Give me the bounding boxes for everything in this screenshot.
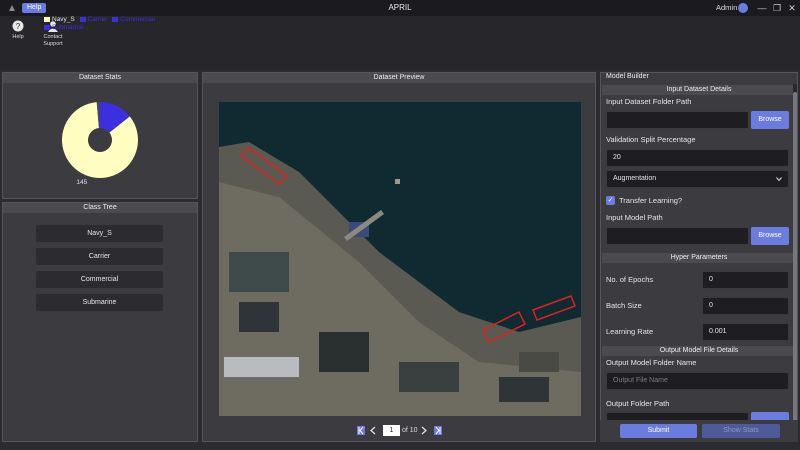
validation-split-input[interactable]: 20 (606, 149, 789, 167)
legend-item: Commercial (112, 16, 155, 24)
browse-output-button[interactable] (751, 412, 789, 420)
app-title: APRIL (388, 3, 412, 12)
svg-text:?: ? (16, 22, 21, 31)
legend-item: Navy_S (44, 16, 75, 24)
last-page-icon[interactable] (434, 426, 442, 435)
pie-label-navy-s: 145 (76, 179, 87, 186)
dataset-stats-title: Dataset Stats (3, 73, 197, 83)
browse-model-button[interactable]: Browse (751, 227, 789, 245)
contact-support-label: Contact Support (43, 34, 63, 47)
epochs-input[interactable]: 0 (702, 271, 789, 289)
stats-legend: Navy_S Carrier Commercial Submarine (44, 16, 164, 32)
maximize-button[interactable]: ❐ (771, 2, 783, 14)
epochs-label: No. of Epochs (606, 275, 654, 284)
pie-label-commercial: 25 (116, 100, 124, 102)
scrollbar-thumb[interactable] (793, 92, 797, 422)
learning-rate-input[interactable]: 0.001 (702, 323, 789, 341)
output-folder-path-input[interactable] (606, 412, 749, 420)
batch-size-label: Batch Size (606, 301, 642, 310)
validation-split-label: Validation Split Percentage (606, 135, 696, 144)
submit-button[interactable]: Submit (620, 424, 697, 438)
learning-rate-label: Learning Rate (606, 327, 654, 336)
input-dataset-section-header: Input Dataset Details (602, 85, 796, 95)
first-page-icon[interactable] (357, 426, 365, 435)
page-number-input[interactable]: 1 (383, 425, 400, 436)
output-folder-name-label: Output Model Folder Name (606, 358, 697, 367)
hyper-parameters-section-header: Hyper Parameters (602, 253, 796, 263)
augmentation-select-label: Augmentation (613, 175, 657, 182)
user-avatar-icon[interactable] (738, 3, 748, 13)
page-count-label: of 10 (402, 427, 418, 434)
legend-item: Submarine (44, 24, 83, 32)
class-item-navy-s[interactable]: Navy_S (36, 225, 163, 242)
output-model-section-header: Output Model File Details (602, 346, 796, 356)
dataset-folder-label: Input Dataset Folder Path (606, 97, 692, 106)
transfer-learning-label: Transfer Learning? (619, 196, 683, 205)
class-item-carrier[interactable]: Carrier (36, 248, 163, 265)
batch-size-input[interactable]: 0 (702, 297, 789, 315)
prev-page-icon[interactable] (370, 426, 376, 435)
user-name[interactable]: Admin (716, 3, 737, 12)
dataset-pie-chart: 145225 (62, 100, 138, 186)
chevron-down-icon (776, 177, 782, 181)
output-folder-path-label: Output Folder Path (606, 399, 670, 408)
class-item-submarine[interactable]: Submarine (36, 294, 163, 311)
satellite-preview-image (219, 102, 581, 416)
help-tool-button[interactable]: ? Help (8, 20, 28, 41)
help-tool-label: Help (12, 34, 24, 40)
dataset-folder-input[interactable] (606, 111, 749, 129)
output-file-name-input[interactable]: Output File Name (606, 372, 789, 390)
legend-item: Carrier (79, 16, 107, 24)
minimize-button[interactable]: — (756, 2, 768, 14)
augmentation-select[interactable]: Augmentation (606, 170, 789, 188)
model-path-label: Input Model Path (606, 213, 663, 222)
next-page-icon[interactable] (421, 426, 427, 435)
close-button[interactable]: ✕ (786, 2, 798, 14)
model-builder-title: Model Builder (606, 73, 649, 80)
model-path-input[interactable] (606, 227, 749, 245)
show-stats-button[interactable]: Show Stats (702, 424, 780, 438)
title-bar: Help APRIL Admin — ❐ ✕ (0, 0, 800, 16)
help-icon: ? (12, 20, 24, 32)
dataset-preview-title: Dataset Preview (203, 73, 595, 83)
class-item-commercial[interactable]: Commercial (36, 271, 163, 288)
transfer-learning-checkbox[interactable]: ✓ (606, 196, 615, 205)
app-logo-icon (9, 5, 15, 11)
class-tree-title: Class Tree (3, 203, 197, 213)
browse-dataset-button[interactable]: Browse (751, 111, 789, 129)
help-menu-button[interactable]: Help (22, 3, 47, 13)
